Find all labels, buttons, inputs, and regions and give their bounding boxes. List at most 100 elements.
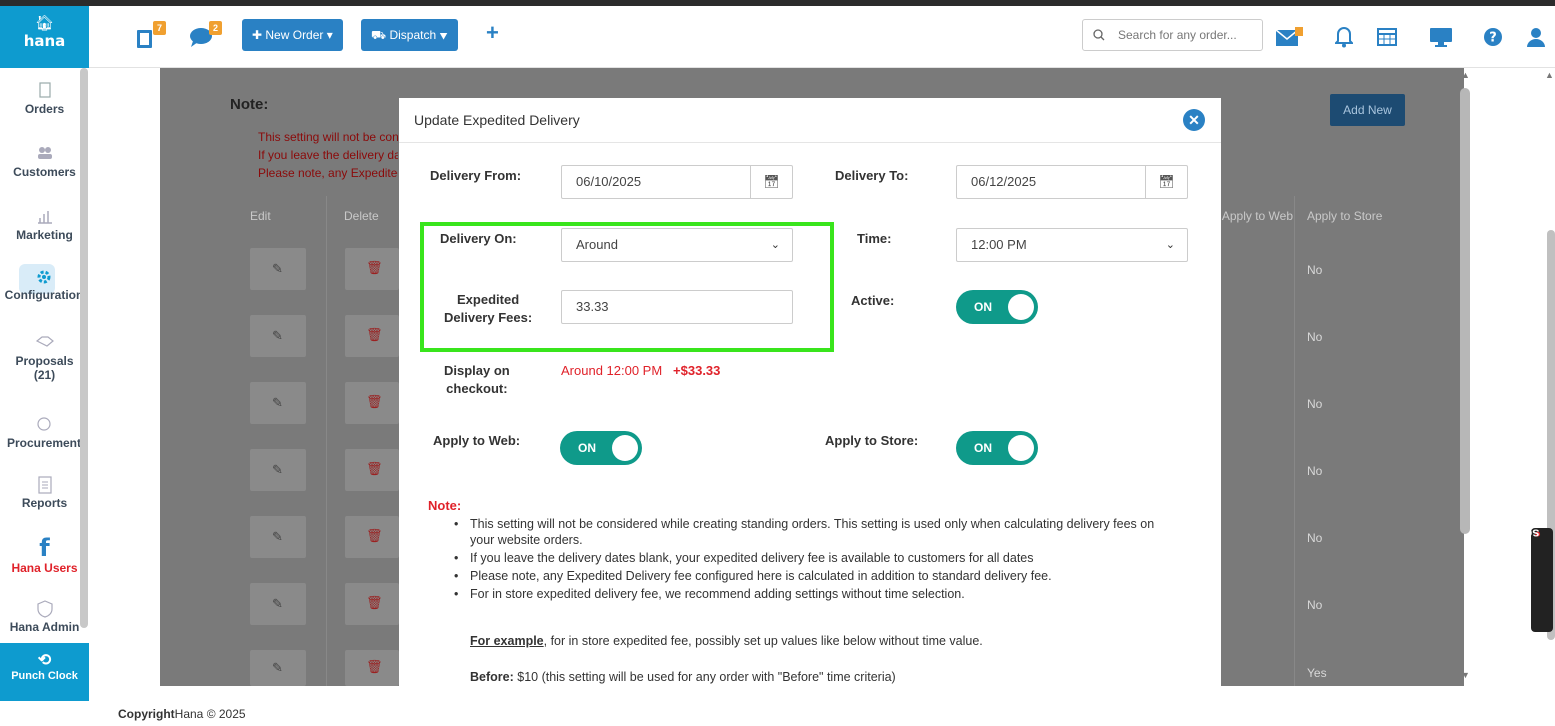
delete-button[interactable]: 🗑︎ xyxy=(345,650,399,686)
apply-store-value: No xyxy=(1307,263,1323,277)
dispatch-button[interactable]: ⛟ Dispatch ▾ xyxy=(361,19,458,51)
caret-down-icon: ▾ xyxy=(436,28,448,42)
apply-store-value: No xyxy=(1307,397,1323,411)
update-expedited-delivery-modal: Update Expedited Delivery ✕ Delivery Fro… xyxy=(399,98,1221,686)
facebook-icon: f xyxy=(39,534,50,562)
footer: CopyrightHana © 2025 xyxy=(118,707,246,721)
scroll-up-icon[interactable]: ▲ xyxy=(1545,70,1554,80)
add-new-button[interactable]: Add New xyxy=(1330,94,1405,126)
search-icon xyxy=(1093,29,1105,41)
delete-button[interactable]: 🗑︎ xyxy=(345,516,399,558)
new-order-button[interactable]: ✚ New Order ▾ xyxy=(242,19,343,51)
add-icon[interactable]: + xyxy=(486,20,499,46)
note-item: If you leave the delivery dates blank, y… xyxy=(454,550,1174,566)
apply-to-store-toggle[interactable]: ON xyxy=(956,431,1038,465)
pencil-icon: ✎ xyxy=(272,328,283,343)
help-icon[interactable]: ? xyxy=(1483,27,1503,50)
edit-button[interactable]: ✎ xyxy=(250,650,306,686)
display-on-checkout-label: Display on checkout: xyxy=(444,363,510,396)
sidebar-item-hana-users[interactable]: f Hana Users xyxy=(0,534,89,575)
delete-button[interactable]: 🗑︎ xyxy=(345,382,399,424)
truck-icon: ⛟ xyxy=(371,28,390,42)
pencil-icon: ✎ xyxy=(272,261,283,276)
main-scrollbar[interactable] xyxy=(1460,88,1470,534)
trash-icon: 🗑︎ xyxy=(366,528,383,543)
calendar-icon[interactable]: 📅︎ xyxy=(750,166,792,198)
note-list: This setting will not be considered whil… xyxy=(454,516,1174,604)
calendar-icon[interactable]: 📅︎ xyxy=(1145,166,1187,198)
divider xyxy=(1294,196,1295,686)
orders-icon xyxy=(0,82,89,100)
trash-icon: 🗑︎ xyxy=(366,595,383,610)
modal-header: Update Expedited Delivery ✕ xyxy=(399,98,1221,143)
chat-icon[interactable]: 2 xyxy=(190,21,222,51)
scroll-up-icon[interactable]: ▲ xyxy=(1461,70,1470,80)
time-select[interactable]: 12:00 PM ⌄ xyxy=(956,228,1188,262)
apply-to-web-toggle[interactable]: ON xyxy=(560,431,642,465)
delivery-from-label: Delivery From: xyxy=(430,168,522,183)
customers-icon xyxy=(0,145,89,163)
note-item: This setting will not be considered whil… xyxy=(454,516,1174,548)
edit-button[interactable]: ✎ xyxy=(250,516,306,558)
note-item: For in store expedited delivery fee, we … xyxy=(454,586,1174,602)
edit-button[interactable]: ✎ xyxy=(250,449,306,491)
edit-button[interactable]: ✎ xyxy=(250,248,306,290)
caret-down-icon: ▾ xyxy=(323,28,333,42)
apply-store-value: No xyxy=(1307,464,1323,478)
trash-icon: 🗑︎ xyxy=(366,327,383,342)
column-edit: Edit xyxy=(250,209,271,223)
trash-icon: 🗑︎ xyxy=(366,659,383,674)
pencil-icon: ✎ xyxy=(272,395,283,410)
mail-icon[interactable] xyxy=(1275,27,1304,50)
delete-button[interactable]: 🗑︎ xyxy=(345,248,399,290)
sidebar-item-reports[interactable]: Reports xyxy=(0,476,89,510)
sidebar-item-customers[interactable]: Customers xyxy=(0,145,89,179)
close-icon[interactable]: ✕ xyxy=(1183,109,1205,131)
delete-button[interactable]: 🗑︎ xyxy=(345,449,399,491)
column-delete: Delete xyxy=(344,209,379,223)
delete-button[interactable]: 🗑︎ xyxy=(345,583,399,625)
chart-icon xyxy=(0,208,89,226)
punch-clock-button[interactable]: ⟲ Punch Clock xyxy=(0,643,89,701)
logo-text: hana xyxy=(23,32,66,50)
trash-icon: 🗑︎ xyxy=(366,394,383,409)
modal-title: Update Expedited Delivery xyxy=(414,112,580,128)
apply-store-value: No xyxy=(1307,330,1323,344)
bell-icon[interactable] xyxy=(1333,26,1355,51)
background-note-item: If you leave the delivery dates xyxy=(258,148,398,162)
before-text: Before: $10 (this setting will be used f… xyxy=(470,670,896,684)
edit-button[interactable]: ✎ xyxy=(250,583,306,625)
search-input[interactable]: Search for any order... xyxy=(1082,19,1263,51)
handshake-icon xyxy=(0,334,89,352)
sidebar-scrollbar[interactable] xyxy=(80,68,88,628)
sidebar-item-hana-admin[interactable]: Hana Admin xyxy=(0,600,89,634)
scroll-down-icon[interactable]: ▼ xyxy=(1461,670,1470,680)
sidebar-item-proposals[interactable]: Proposals (21) xyxy=(0,334,89,382)
sidebar-item-marketing[interactable]: Marketing xyxy=(0,208,89,242)
delivery-to-input[interactable]: 06/12/2025 📅︎ xyxy=(956,165,1188,199)
clock-icon: ⟲ xyxy=(37,652,52,669)
home-icon: 🏠︎ xyxy=(34,14,55,32)
sidebar-item-orders[interactable]: Orders xyxy=(0,82,89,116)
edit-button[interactable]: ✎ xyxy=(250,315,306,357)
svg-text:?: ? xyxy=(1489,31,1497,46)
edit-button[interactable]: ✎ xyxy=(250,382,306,424)
delete-button[interactable]: 🗑︎ xyxy=(345,315,399,357)
time-label: Time: xyxy=(857,231,892,246)
apply-to-web-label: Apply to Web: xyxy=(433,433,521,448)
pencil-icon: ✎ xyxy=(272,660,283,675)
plus-icon: ✚ xyxy=(252,28,266,42)
orders-icon[interactable]: 7 xyxy=(137,21,166,51)
monitor-icon[interactable] xyxy=(1429,27,1453,50)
calendar-icon[interactable] xyxy=(1377,26,1397,49)
user-icon[interactable] xyxy=(1527,27,1545,50)
delivery-from-input[interactable]: 06/10/2025 📅︎ xyxy=(561,165,793,199)
screenrec-widget[interactable]: ● screenrec xyxy=(1478,527,1553,632)
background-note-item: Please note, any Expedited xyxy=(258,166,398,180)
hana-logo[interactable]: 🏠︎ hana xyxy=(0,6,89,68)
column-apply-store: Apply to Store xyxy=(1307,209,1383,223)
display-on-checkout-value: Around 12:00 PM +$33.33 xyxy=(561,363,721,378)
apply-to-store-label: Apply to Store: xyxy=(825,433,919,448)
active-toggle[interactable]: ON xyxy=(956,290,1038,324)
background-note-item: This setting will not be considered xyxy=(258,130,398,144)
